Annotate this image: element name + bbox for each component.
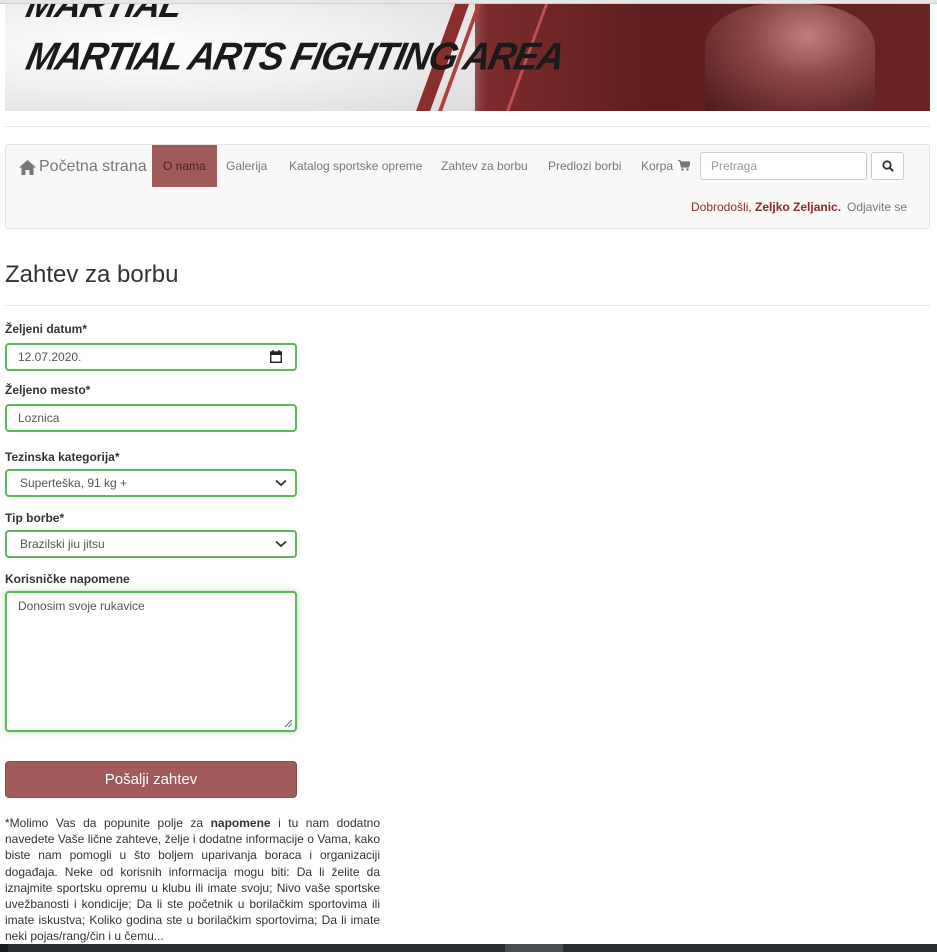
weight-category-select[interactable]: Superteška, 91 kg + [5,469,297,497]
search-icon [881,160,894,172]
date-value: 12.07.2020. [18,350,82,364]
page-title: Zahtev za borbu [5,261,179,288]
nav-item-galerija[interactable]: Galerija [215,145,278,187]
fight-type-label: Tip borbe* [5,511,65,525]
horizontal-scrollbar[interactable] [0,944,937,952]
chevron-down-icon [275,540,287,548]
nav-item-katalog[interactable]: Katalog sportske opreme [278,145,433,187]
fight-type-value: Brazilski jiu jitsu [20,537,105,551]
place-value: Loznica [18,411,60,425]
scrollbar-left-arrow[interactable] [0,944,8,952]
main-navbar: Početna strana O nama Galerija Katalog s… [5,144,930,229]
title-divider [5,305,930,306]
welcome-prefix: Dobrodošli, [691,200,756,214]
home-icon [19,159,36,175]
weight-category-label: Tezinska kategorija* [5,450,120,464]
note-part1: *Molimo Vas da popunite polje za [5,816,211,830]
date-label: Željeni datum* [5,322,88,336]
fight-type-select[interactable]: Brazilski jiu jitsu [5,530,297,558]
place-input[interactable]: Loznica [5,404,297,432]
nav-home-label: Početna strana [39,158,147,175]
place-label: Željeno mesto* [5,383,91,397]
notes-label: Korisničke napomene [5,572,130,586]
note-part2: i tu nam dodatno navedete Vaše lične zah… [5,816,380,944]
resize-handle-icon[interactable] [284,719,293,728]
date-input[interactable]: 12.07.2020. [5,343,297,371]
nav-korpa-label: Korpa [641,159,674,173]
notes-help-text: *Molimo Vas da popunite polje za napomen… [5,815,380,945]
submit-request-button[interactable]: Pošalji zahtev [5,761,297,798]
divider [5,126,930,127]
header-banner: MARTIAL MARTIAL ARTS FIGHTING AREA [5,4,930,111]
welcome-text: Dobrodošli, Zeljko Zeljanic. [691,200,841,214]
note-bold: napomene [210,816,271,830]
nav-item-korpa[interactable]: Korpa [630,145,701,187]
calendar-icon[interactable] [270,350,282,363]
nav-home-link[interactable]: Početna strana [19,156,147,178]
banner-title: MARTIAL ARTS FIGHTING AREA [22,34,568,78]
banner-title-top: MARTIAL [22,4,186,25]
nav-item-o-nama[interactable]: O nama [152,145,217,187]
scrollbar-thumb[interactable] [505,944,563,952]
notes-textarea[interactable]: Donosim svoje rukavice [5,591,297,732]
cart-icon [678,159,691,171]
search-button[interactable] [871,152,904,180]
logout-link[interactable]: Odjavite se [847,200,907,214]
chevron-down-icon [275,479,287,487]
nav-item-predlozi-borbi[interactable]: Predlozi borbi [537,145,632,187]
notes-value: Donosim svoje rukavice [18,599,145,613]
weight-category-value: Superteška, 91 kg + [20,476,128,490]
search-input[interactable] [700,152,867,180]
user-name: Zeljko Zeljanic. [755,200,842,214]
nav-item-zahtev-za-borbu[interactable]: Zahtev za borbu [430,145,539,187]
banner-fighter-image [705,4,875,111]
